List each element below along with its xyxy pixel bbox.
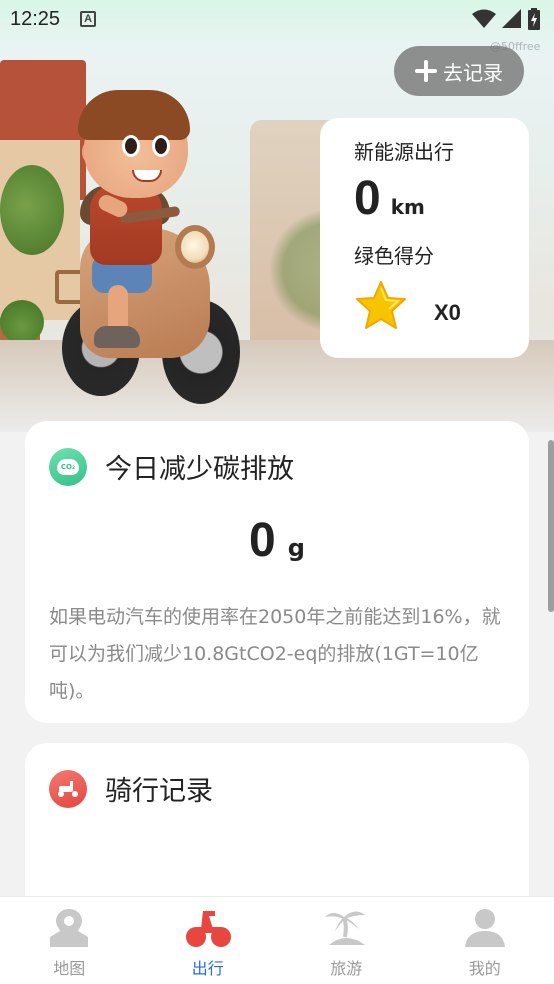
carbon-value: 0 <box>249 514 276 567</box>
signal-icon <box>502 9 521 28</box>
carbon-value-row: 0 g <box>25 513 529 568</box>
add-record-button[interactable]: 去记录 <box>394 46 524 96</box>
nav-item-tourism[interactable]: 旅游 <box>277 897 416 984</box>
boy-left-eye <box>122 135 140 157</box>
new-energy-label: 新能源出行 <box>354 140 454 164</box>
star-icon <box>356 281 406 329</box>
distance-value: 0 <box>354 172 381 225</box>
carbon-description: 如果电动汽车的使用率在2050年之前能达到16%，就可以为我们减少10.8GtC… <box>49 606 501 702</box>
status-time: 12:25 <box>10 7 61 30</box>
boy-right-eye <box>152 135 170 157</box>
bottom-navigation: 地图 出行 旅游 我的 <box>0 896 554 984</box>
scooter-headlight <box>175 225 215 269</box>
notification-a-icon: A <box>80 11 97 27</box>
nav-item-travel[interactable]: 出行 <box>139 897 278 984</box>
battery-icon <box>528 8 540 30</box>
scooter-icon <box>58 780 78 797</box>
nav-label-map: 地图 <box>53 959 86 978</box>
nav-item-mine[interactable]: 我的 <box>416 897 554 984</box>
status-bar: 12:25 A <box>0 0 554 38</box>
status-icons <box>472 8 540 30</box>
scrollbar[interactable] <box>548 440 554 612</box>
scooter-badge-icon <box>49 769 87 808</box>
carbon-card-title: 今日减少碳排放 <box>105 454 294 485</box>
user-icon <box>464 909 505 947</box>
carbon-reduction-card: CO₂ 今日减少碳排放 0 g 如果电动汽车的使用率在2050年之前能达到16%… <box>25 421 529 723</box>
nav-label-tourism: 旅游 <box>330 959 363 978</box>
co2-cloud-label: CO₂ <box>57 458 79 475</box>
tree <box>0 165 64 255</box>
boy-hair <box>78 90 190 140</box>
co2-cloud-icon: CO₂ <box>49 447 87 486</box>
ride-card-header: 骑行记录 <box>49 769 213 808</box>
carbon-card-header: CO₂ 今日减少碳排放 <box>49 447 294 486</box>
green-score-label: 绿色得分 <box>354 244 434 268</box>
scooter-icon <box>185 911 231 947</box>
star-count: X0 <box>434 300 461 325</box>
travel-stats-card: 新能源出行 0 km 绿色得分 X0 <box>320 118 529 358</box>
nav-label-mine: 我的 <box>468 959 501 978</box>
plant <box>0 300 44 344</box>
ride-card-title: 骑行记录 <box>105 776 213 807</box>
carbon-unit: g <box>287 534 305 562</box>
distance-unit: km <box>390 195 425 219</box>
map-pin-icon <box>50 909 89 947</box>
palm-island-icon <box>325 911 366 945</box>
boy-shoe <box>94 326 140 348</box>
distance-row: 0 km <box>354 171 529 226</box>
nav-label-travel: 出行 <box>191 959 224 978</box>
nav-item-map[interactable]: 地图 <box>0 897 139 984</box>
add-record-label: 去记录 <box>443 60 503 85</box>
score-row: X0 <box>354 279 529 333</box>
wifi-icon <box>472 9 496 28</box>
plus-icon <box>415 60 437 82</box>
